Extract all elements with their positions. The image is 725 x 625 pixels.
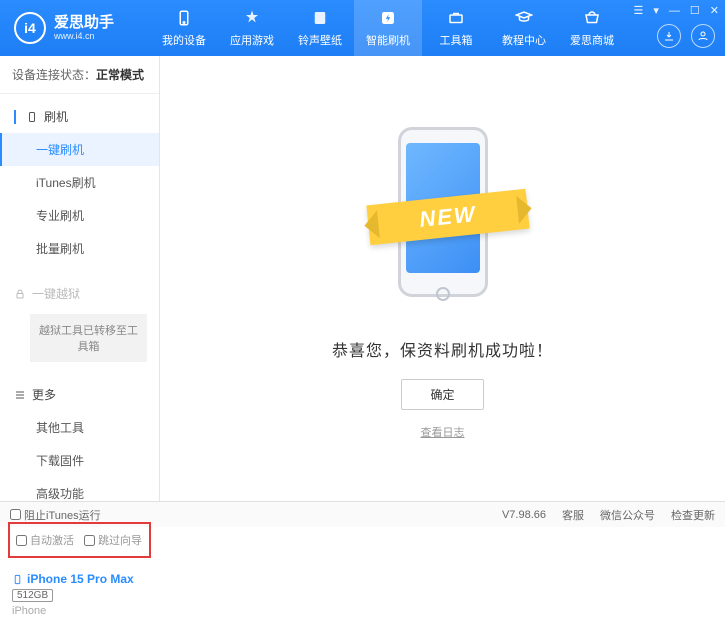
- close-icon[interactable]: ✕: [710, 4, 719, 17]
- phone-icon: [12, 574, 23, 585]
- section-flash[interactable]: 刷机: [0, 100, 159, 133]
- new-banner: NEW: [366, 189, 529, 246]
- footer-link-wechat[interactable]: 微信公众号: [600, 507, 655, 523]
- nav-apps[interactable]: 应用游戏: [218, 0, 286, 56]
- download-button[interactable]: [657, 24, 681, 48]
- user-controls: [657, 24, 715, 48]
- minimize-icon[interactable]: —: [669, 5, 680, 17]
- device-icon: [174, 8, 194, 28]
- logo-area: i4 爱思助手 www.i4.cn: [0, 12, 150, 44]
- success-message: 恭喜您，保资料刷机成功啦！: [332, 337, 553, 361]
- sidebar-item-advanced[interactable]: 高级功能: [0, 477, 159, 510]
- sidebar-item-other-tools[interactable]: 其他工具: [0, 411, 159, 444]
- phone-illustration: NEW: [378, 117, 508, 317]
- connection-status: 设备连接状态：正常模式: [0, 56, 159, 94]
- section-jailbreak: 一键越狱: [0, 277, 159, 310]
- app-name: 爱思助手: [54, 15, 114, 32]
- maximize-icon[interactable]: ☐: [690, 4, 700, 17]
- ringtone-icon: [310, 8, 330, 28]
- main-content: NEW 恭喜您，保资料刷机成功啦！ 确定 查看日志: [160, 56, 725, 501]
- version-label: V7.98.66: [502, 509, 546, 521]
- sidebar-item-itunes-flash[interactable]: iTunes刷机: [0, 166, 159, 199]
- storage-badge: 512GB: [12, 589, 53, 602]
- title-bar: i4 爱思助手 www.i4.cn 我的设备 应用游戏 铃声壁纸 智能刷机 工具…: [0, 0, 725, 56]
- lock-icon: [14, 288, 26, 300]
- toolbox-icon: [446, 8, 466, 28]
- sidebar: 设备连接状态：正常模式 刷机 一键刷机 iTunes刷机 专业刷机 批量刷机 一…: [0, 56, 160, 501]
- sidebar-item-batch-flash[interactable]: 批量刷机: [0, 232, 159, 265]
- sidebar-item-download-firmware[interactable]: 下载固件: [0, 444, 159, 477]
- nav-store[interactable]: 爱思商城: [558, 0, 626, 56]
- view-log-link[interactable]: 查看日志: [421, 424, 465, 440]
- skip-guide-checkbox[interactable]: 跳过向导: [84, 532, 142, 548]
- nav-tutorials[interactable]: 教程中心: [490, 0, 558, 56]
- nav-my-device[interactable]: 我的设备: [150, 0, 218, 56]
- device-type: iPhone: [12, 605, 147, 617]
- menu-icon[interactable]: ☰: [634, 4, 644, 17]
- footer-link-support[interactable]: 客服: [562, 507, 584, 523]
- nav-ringtones[interactable]: 铃声壁纸: [286, 0, 354, 56]
- options-box: 自动激活 跳过向导: [8, 522, 151, 558]
- phone-icon: [26, 111, 38, 123]
- block-itunes-checkbox[interactable]: 阻止iTunes运行: [10, 507, 101, 523]
- footer-link-update[interactable]: 检查更新: [671, 507, 715, 523]
- sidebar-item-oneclick-flash[interactable]: 一键刷机: [0, 133, 159, 166]
- auto-activate-checkbox[interactable]: 自动激活: [16, 532, 74, 548]
- flash-icon: [378, 8, 398, 28]
- jailbreak-note: 越狱工具已转移至工具箱: [30, 314, 147, 362]
- user-button[interactable]: [691, 24, 715, 48]
- ok-button[interactable]: 确定: [401, 379, 483, 410]
- device-name[interactable]: iPhone 15 Pro Max: [12, 572, 147, 586]
- lock-icon[interactable]: ▾: [653, 4, 659, 17]
- nav-toolbox[interactable]: 工具箱: [422, 0, 490, 56]
- menu-icon: [14, 389, 26, 401]
- device-info: iPhone 15 Pro Max 512GB iPhone: [0, 564, 159, 625]
- apps-icon: [242, 8, 262, 28]
- tutorial-icon: [514, 8, 534, 28]
- store-icon: [582, 8, 602, 28]
- section-more[interactable]: 更多: [0, 378, 159, 411]
- nav-flash[interactable]: 智能刷机: [354, 0, 422, 56]
- app-url: www.i4.cn: [54, 31, 114, 41]
- sidebar-item-pro-flash[interactable]: 专业刷机: [0, 199, 159, 232]
- logo-icon: i4: [14, 12, 46, 44]
- window-controls: ☰ ▾ — ☐ ✕: [634, 4, 720, 17]
